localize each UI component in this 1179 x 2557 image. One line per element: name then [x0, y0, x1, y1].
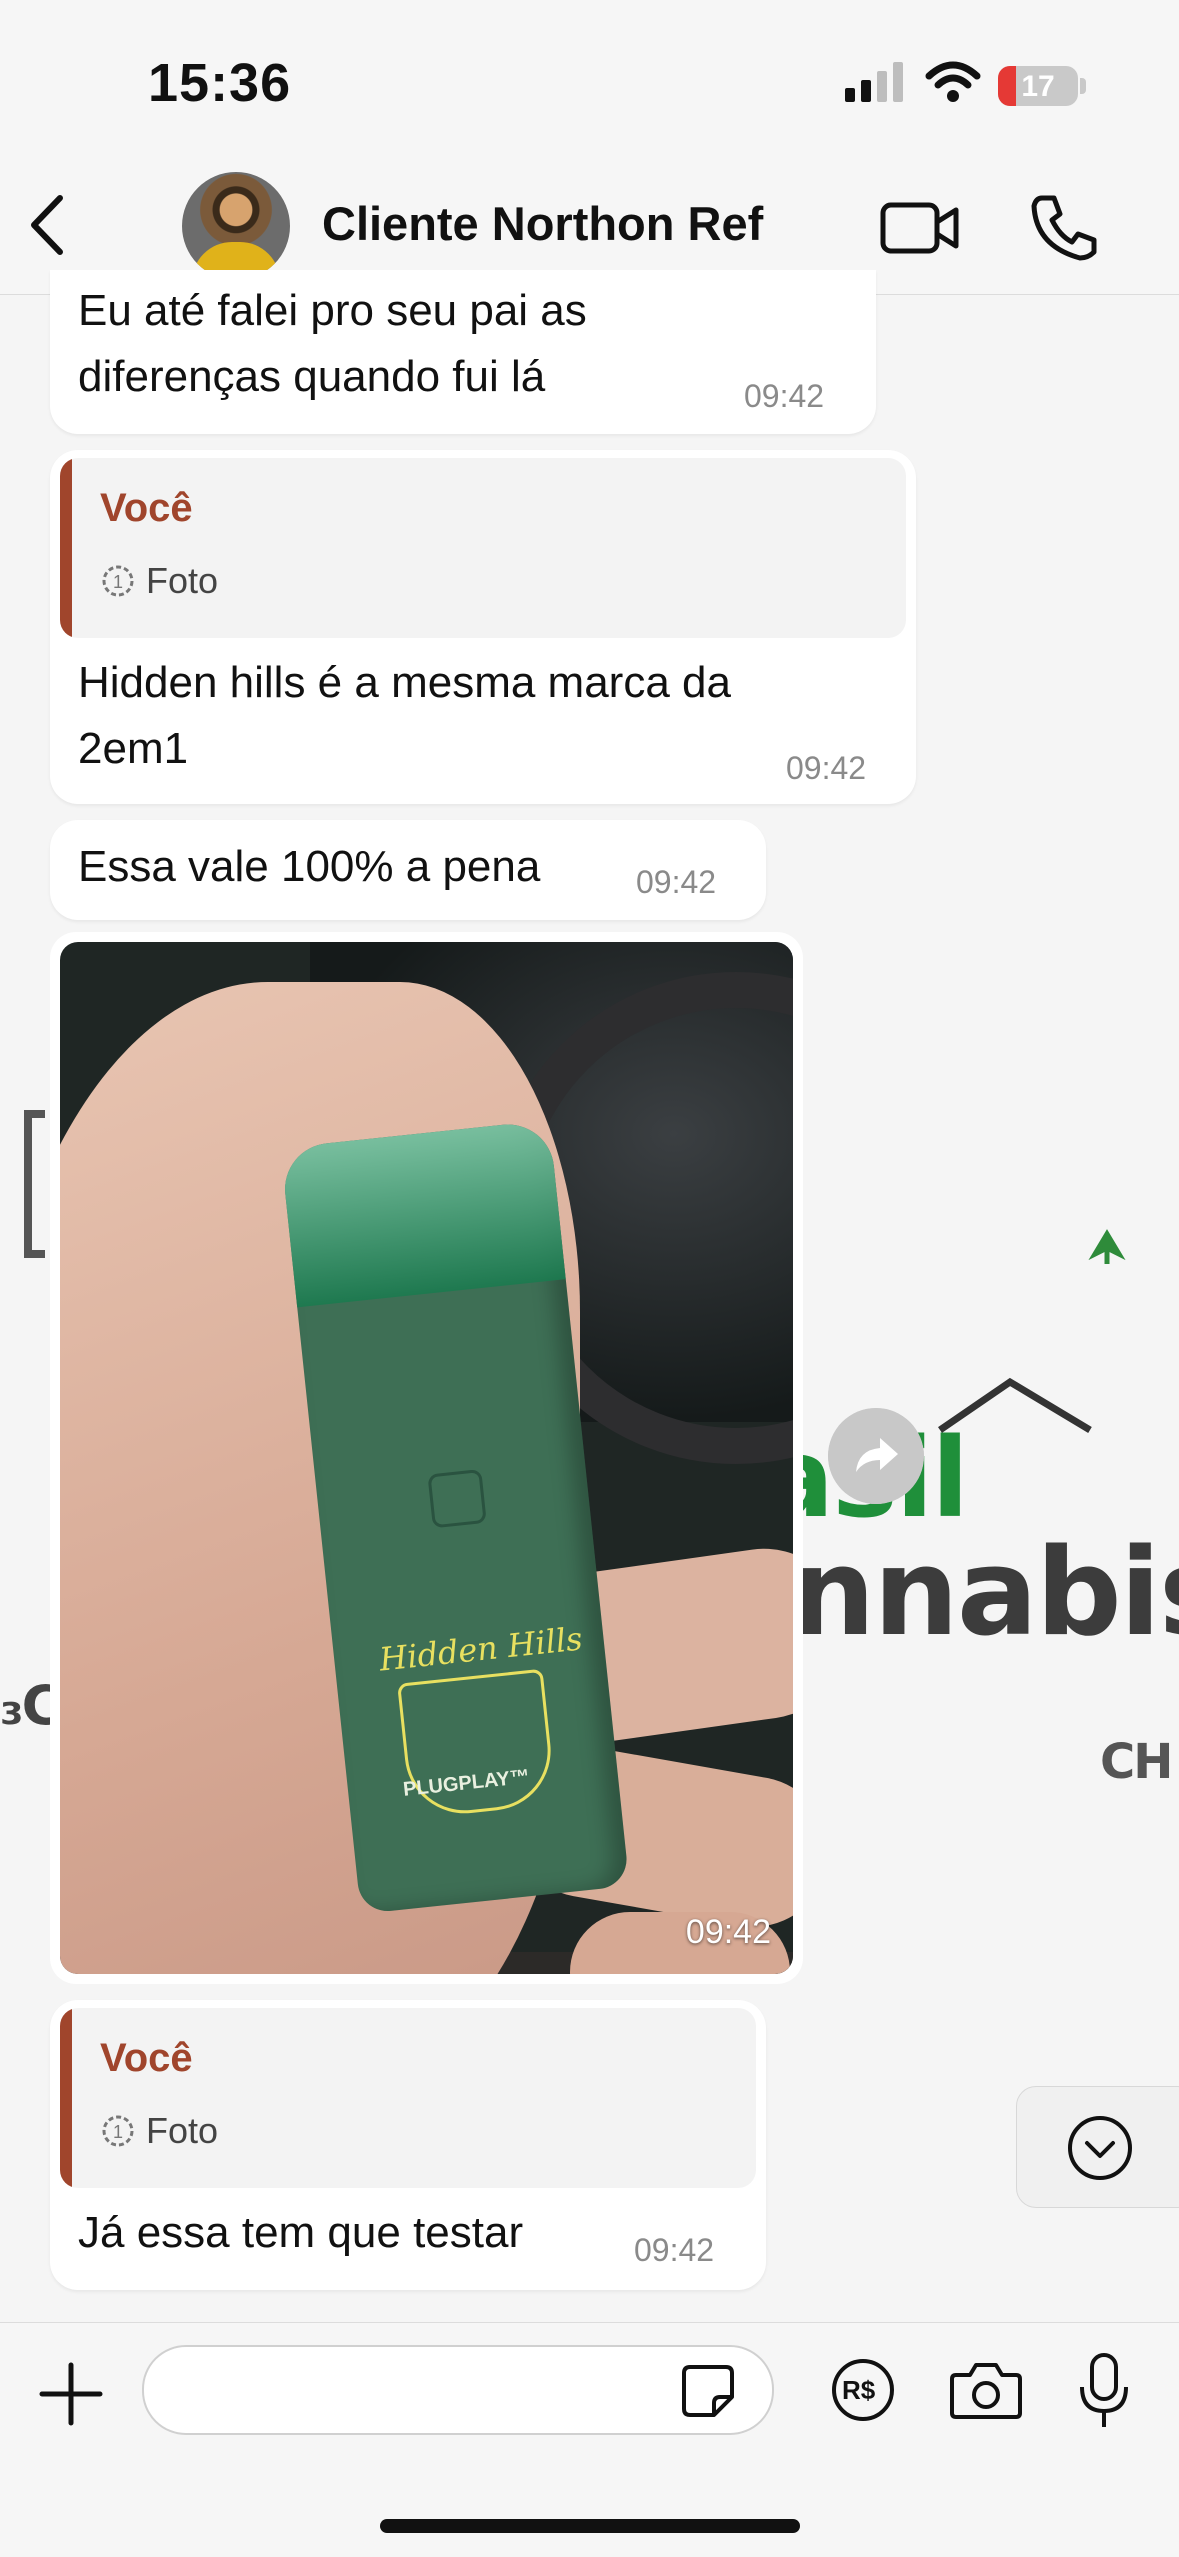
chevron-down-icon	[1068, 2116, 1132, 2180]
quoted-message[interactable]: Você 1 Foto	[60, 458, 906, 638]
svg-text:R$: R$	[842, 2375, 876, 2405]
forward-icon[interactable]	[828, 1408, 924, 1504]
view-once-photo-icon: 1	[102, 2115, 134, 2147]
svg-text:1: 1	[113, 2122, 123, 2142]
quote-accent-bar	[60, 458, 72, 638]
photo-brand-text: Hidden Hills	[377, 1619, 585, 1679]
message-input[interactable]	[174, 2347, 698, 2435]
quote-type: 1 Foto	[100, 560, 218, 602]
status-time: 15:36	[148, 53, 292, 113]
message-bubble[interactable]: Eu até falei pro seu pai as diferenças q…	[50, 270, 876, 434]
sticker-icon[interactable]	[680, 2363, 736, 2419]
payment-icon[interactable]: R$	[830, 2357, 896, 2423]
contact-name[interactable]: Cliente Northon Ref	[322, 196, 763, 251]
quote-type-label: Foto	[146, 560, 219, 601]
message-time: 09:42	[744, 378, 825, 414]
message-input-bar: R$	[0, 2322, 1179, 2557]
video-call-icon[interactable]	[880, 200, 960, 256]
quote-accent-bar	[60, 2008, 72, 2188]
message-bubble[interactable]: Essa vale 100% a pena 09:42	[50, 820, 766, 920]
avatar[interactable]	[182, 172, 290, 280]
message-text: Essa vale 100% a pena	[78, 842, 541, 891]
phone-call-icon[interactable]	[1028, 192, 1098, 262]
scroll-to-bottom-button[interactable]	[1016, 2086, 1179, 2208]
battery-level: 17	[1021, 70, 1055, 103]
message-time: 09:42	[636, 864, 717, 900]
quote-author: Você	[100, 486, 193, 530]
message-time: 09:42	[786, 750, 867, 786]
message-bubble[interactable]: Você 1 Foto Já essa tem que testar 09:42	[50, 2000, 766, 2290]
microphone-icon[interactable]	[1076, 2351, 1132, 2431]
quote-type-label: Foto	[146, 2110, 219, 2151]
back-chevron-icon[interactable]	[22, 190, 72, 260]
svg-text:1: 1	[113, 572, 123, 592]
view-once-photo-icon: 1	[102, 565, 134, 597]
cellular-signal-icon	[845, 62, 903, 102]
message-text: Eu até falei pro seu pai as	[78, 286, 587, 335]
quoted-message[interactable]: Você 1 Foto	[60, 2008, 756, 2188]
message-time: 09:42	[634, 2232, 715, 2268]
message-text: 2em1	[78, 724, 189, 773]
quote-author: Você	[100, 2036, 193, 2080]
photo-message[interactable]: Hidden Hills PLUGPLAY™ 09:42	[60, 942, 793, 1974]
battery-tip	[1080, 78, 1086, 94]
plus-icon[interactable]	[36, 2359, 106, 2429]
message-text: diferenças quando fui lá	[78, 352, 546, 401]
camera-icon[interactable]	[950, 2359, 1022, 2421]
quote-type: 1 Foto	[100, 2110, 218, 2152]
wifi-icon	[925, 61, 981, 102]
message-text: Hidden hills é a mesma marca da	[78, 658, 731, 707]
status-bar: 15:36 17	[0, 0, 1179, 160]
message-text: Já essa tem que testar	[78, 2208, 524, 2257]
message-bubble[interactable]: Você 1 Foto Hidden hills é a mesma marca…	[50, 450, 916, 804]
home-indicator[interactable]	[380, 2519, 800, 2533]
message-time: 09:42	[685, 1913, 771, 1951]
battery-icon: 17	[998, 66, 1078, 106]
